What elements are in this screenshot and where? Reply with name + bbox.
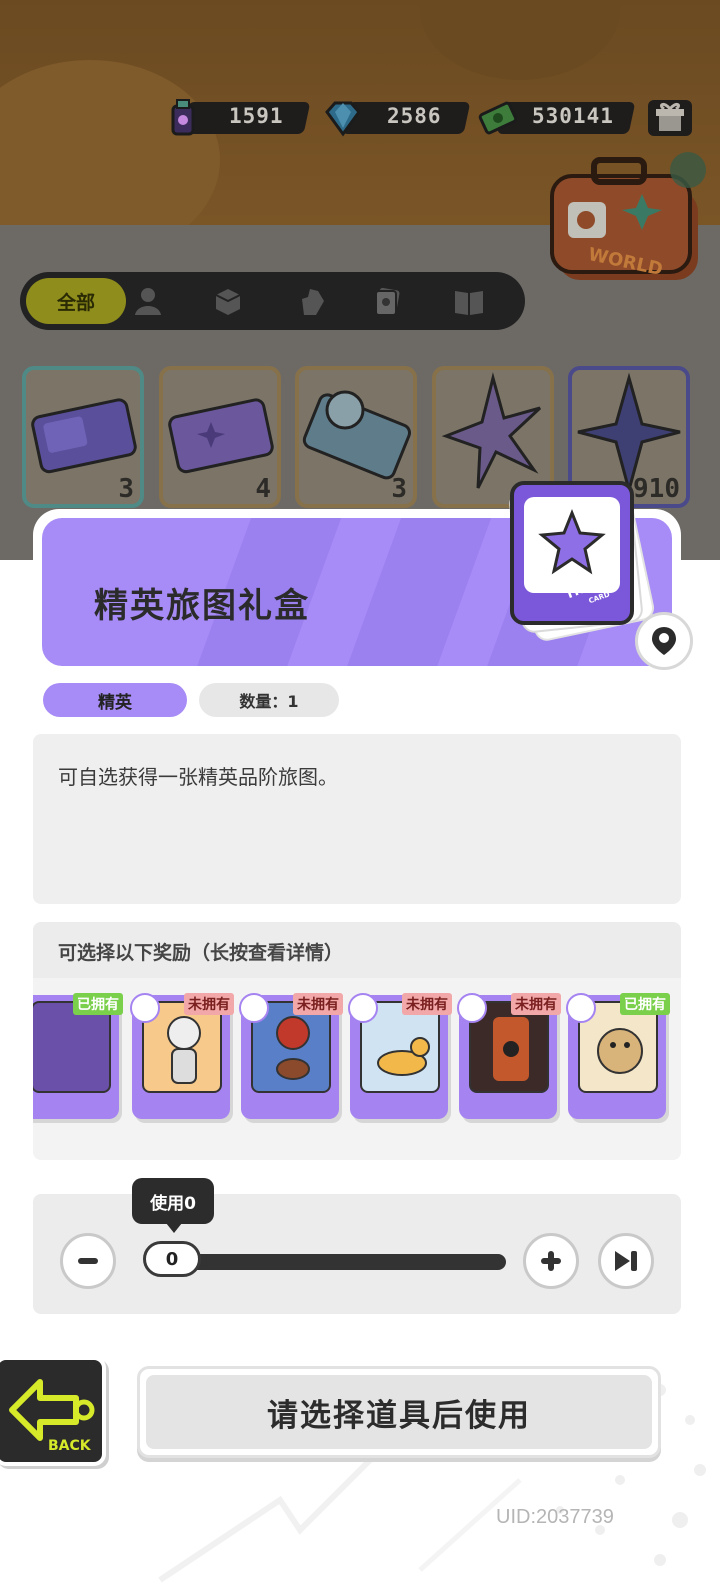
location-pin-icon bbox=[652, 627, 676, 655]
reward-type-icon bbox=[130, 993, 160, 1023]
minus-icon bbox=[78, 1258, 98, 1264]
rank-tag: 精英 bbox=[43, 683, 187, 717]
box-icon[interactable] bbox=[212, 285, 244, 317]
reward-card[interactable]: 已拥有 bbox=[566, 993, 670, 1119]
item-description: 可自选获得一张精英品阶旅图。 bbox=[58, 765, 338, 789]
inventory-item[interactable]: 3 bbox=[295, 366, 417, 508]
reward-status-badge: 已拥有 bbox=[73, 993, 123, 1015]
skip-to-max-icon bbox=[615, 1251, 637, 1271]
svg-text:BACK: BACK bbox=[48, 1438, 92, 1454]
inventory-item[interactable]: 3 bbox=[22, 366, 144, 508]
reward-type-icon bbox=[566, 993, 596, 1023]
locate-button[interactable] bbox=[635, 612, 693, 670]
reward-status-badge: 未拥有 bbox=[402, 993, 452, 1015]
inventory-item-count: 3 bbox=[391, 474, 407, 504]
currency-diamond-value: 2586 bbox=[387, 104, 442, 128]
reward-type-icon bbox=[348, 993, 378, 1023]
currency-cash-value: 530141 bbox=[532, 104, 614, 128]
inventory-item-count: 3 bbox=[118, 474, 134, 504]
hand-icon[interactable] bbox=[296, 285, 328, 317]
back-button[interactable]: BACK bbox=[0, 1356, 106, 1466]
inventory-item-count: 4 bbox=[255, 474, 271, 504]
reward-card[interactable]: 未拥有 bbox=[457, 993, 561, 1119]
reward-status-badge: 未拥有 bbox=[184, 993, 234, 1015]
category-filter-bar: 全部 bbox=[20, 272, 525, 330]
quantity-slider-track[interactable] bbox=[148, 1254, 506, 1270]
use-item-button[interactable]: 请选择道具后使用 bbox=[137, 1366, 661, 1458]
reward-status-badge: 已拥有 bbox=[620, 993, 670, 1015]
usage-panel: 0 使用0 bbox=[33, 1178, 681, 1314]
currency-spray-value: 1591 bbox=[229, 104, 284, 128]
plus-icon bbox=[541, 1251, 561, 1271]
cash-icon bbox=[478, 101, 518, 135]
world-suitcase-icon[interactable]: WORLD bbox=[548, 150, 708, 285]
rewards-header: 可选择以下奖励（长按查看详情） bbox=[33, 922, 681, 978]
quantity-slider-thumb[interactable]: 0 bbox=[143, 1241, 201, 1277]
diamond-icon bbox=[325, 101, 361, 137]
currency-cash: 530141 bbox=[478, 98, 638, 136]
item-title: 精英旅图礼盒 bbox=[94, 586, 310, 626]
user-id: UID:2037739 bbox=[496, 1506, 614, 1528]
book-icon[interactable] bbox=[453, 285, 485, 317]
reward-card[interactable]: 未拥有 bbox=[348, 993, 452, 1119]
quantity-tag: 数量：1 bbox=[199, 683, 339, 717]
currency-diamond: 2586 bbox=[323, 98, 473, 137]
reward-status-badge: 未拥有 bbox=[293, 993, 343, 1015]
reward-type-icon bbox=[457, 993, 487, 1023]
rewards-title: 可选择以下奖励（长按查看详情） bbox=[58, 942, 344, 964]
max-button[interactable] bbox=[598, 1233, 654, 1289]
reward-card[interactable]: 未拥有 bbox=[130, 993, 234, 1119]
use-count-tooltip: 使用0 bbox=[132, 1178, 214, 1233]
rewards-panel: 可选择以下奖励（长按查看详情） 已拥有 未拥有 未拥有 未拥有 未拥有 已拥有 bbox=[33, 922, 681, 1160]
back-arrow-icon: BACK bbox=[9, 1379, 95, 1454]
inventory-item[interactable]: 4 bbox=[159, 366, 281, 508]
reward-card[interactable]: 已拥有 bbox=[33, 993, 123, 1119]
reward-card[interactable]: 未拥有 bbox=[239, 993, 343, 1119]
photo-card-icon[interactable] bbox=[372, 285, 404, 317]
use-item-button-label: 请选择道具后使用 bbox=[146, 1375, 652, 1449]
person-icon[interactable] bbox=[132, 285, 164, 317]
description-box: 可自选获得一张精英品阶旅图。 bbox=[33, 734, 681, 904]
decrease-button[interactable] bbox=[60, 1233, 116, 1289]
spray-can-icon bbox=[171, 99, 195, 136]
currency-spray: 1591 bbox=[163, 98, 313, 136]
reward-type-icon bbox=[239, 993, 269, 1023]
reward-status-badge: 未拥有 bbox=[511, 993, 561, 1015]
gift-box-icon[interactable] bbox=[646, 98, 694, 138]
item-detail-dialog: 精英旅图礼盒 TRAVEL CARD 精英 数量：1 可自选获得一张精英品阶旅图… bbox=[33, 481, 693, 1319]
increase-button[interactable] bbox=[523, 1233, 579, 1289]
filter-tab-all[interactable]: 全部 bbox=[26, 278, 126, 324]
